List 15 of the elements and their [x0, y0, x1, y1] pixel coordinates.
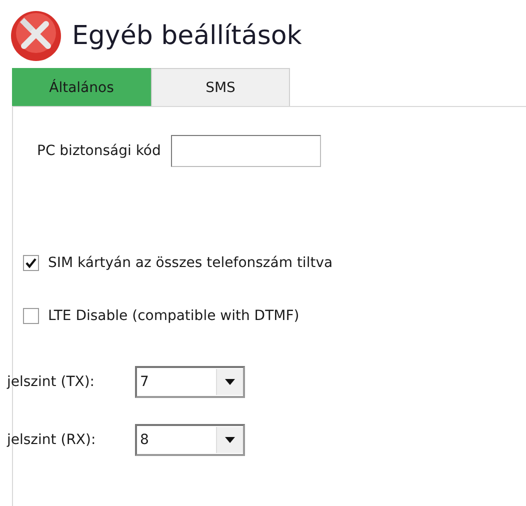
- caret-icon: [225, 379, 235, 385]
- checkbox[interactable]: [23, 308, 39, 324]
- dropdown[interactable]: 8: [135, 424, 245, 456]
- field-label: jelszint (RX):: [7, 432, 97, 448]
- tab[interactable]: SMS: [151, 68, 290, 106]
- field-label: PC biztonsági kód: [37, 143, 161, 159]
- caret-icon: [225, 437, 235, 443]
- window-title: Egyéb beállítások: [72, 21, 302, 51]
- checkbox[interactable]: [23, 255, 39, 271]
- checkbox-label: LTE Disable (compatible with DTMF): [48, 308, 300, 324]
- field-label: jelszint (TX):: [7, 374, 96, 390]
- dropdown[interactable]: 7: [135, 366, 245, 398]
- input-field[interactable]: [170, 135, 321, 167]
- tab[interactable]: Általános: [12, 68, 151, 106]
- checkbox-label: SIM kártyán az összes telefonszám tiltva: [48, 255, 333, 271]
